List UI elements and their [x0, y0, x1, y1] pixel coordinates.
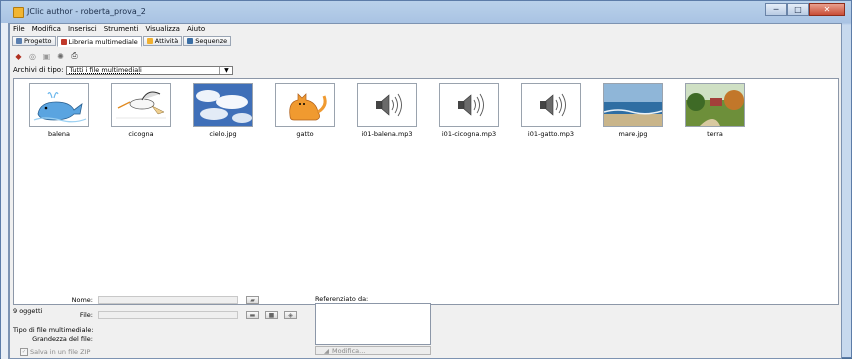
- tab-attivita[interactable]: Attività: [142, 36, 183, 46]
- file-update-button[interactable]: ◈: [284, 311, 297, 319]
- filter-label: Archivi di tipo:: [13, 66, 64, 74]
- media-library-icon: [60, 38, 67, 45]
- preview-media-icon[interactable]: ◎: [28, 52, 37, 61]
- sequence-icon: [187, 38, 194, 44]
- tab-label: Libreria multimediale: [68, 37, 138, 46]
- menu-aiuto[interactable]: Aiuto: [187, 25, 205, 33]
- media-item[interactable]: cielo.jpg: [186, 83, 260, 138]
- tab-label: Progetto: [24, 37, 52, 45]
- media-caption: i01-cicogna.mp3: [441, 130, 497, 138]
- close-button[interactable]: ✕: [809, 3, 845, 16]
- media-type-label: Tipo di file multimediale:: [13, 326, 94, 334]
- file-field[interactable]: [98, 311, 238, 319]
- file-browse-button[interactable]: ▬: [246, 311, 259, 319]
- project-icon: [16, 38, 22, 44]
- whale-thumbnail: [29, 83, 89, 127]
- media-item[interactable]: terra: [678, 83, 752, 138]
- file-type-value: Tutti i file multimediali: [69, 66, 142, 74]
- media-caption: balena: [47, 130, 71, 138]
- media-item[interactable]: gatto: [268, 83, 342, 138]
- media-caption: i01-gatto.mp3: [527, 130, 575, 138]
- media-caption: gatto: [296, 130, 314, 138]
- file-save-button[interactable]: ■: [265, 311, 278, 319]
- save-zip-label: Salva in un file ZIP: [30, 348, 91, 356]
- menu-modifica[interactable]: Modifica: [32, 25, 61, 33]
- media-item[interactable]: cicogna: [104, 83, 178, 138]
- add-media-icon[interactable]: ◆: [14, 52, 23, 61]
- referenced-by-list[interactable]: [315, 303, 431, 345]
- tab-strip: Progetto Libreria multimediale Attività …: [12, 36, 232, 47]
- filter-row: Archivi di tipo: Tutti i file multimedia…: [13, 65, 234, 75]
- tab-label: Sequenze: [195, 37, 228, 45]
- media-caption: terra: [707, 130, 723, 138]
- media-gallery: balena cicogna cielo.jpg gatto i01-balen…: [13, 78, 839, 305]
- landscape-thumbnail: [685, 83, 745, 127]
- name-field[interactable]: [98, 296, 238, 304]
- rename-button[interactable]: ▰: [246, 296, 259, 304]
- menu-strumenti[interactable]: Strumenti: [104, 25, 139, 33]
- export-media-icon[interactable]: ⎙: [70, 51, 79, 61]
- modify-label: Modifica...: [332, 346, 366, 355]
- media-caption: cielo.jpg: [209, 130, 237, 138]
- speaker-icon: [357, 83, 417, 127]
- media-item[interactable]: i01-balena.mp3: [350, 83, 424, 138]
- tab-label: Attività: [154, 37, 179, 45]
- stork-thumbnail: [111, 83, 171, 127]
- media-caption: i01-balena.mp3: [361, 130, 413, 138]
- media-caption: mare.jpg: [618, 130, 648, 138]
- speaker-icon: [439, 83, 499, 127]
- media-toolbar: ◆ ◎ ▣ ✺ ⎙: [14, 51, 79, 61]
- speaker-icon: [521, 83, 581, 127]
- menu-visualizza[interactable]: Visualizza: [145, 25, 179, 33]
- activity-icon: [146, 38, 153, 44]
- checkbox-icon: ✓: [20, 348, 28, 356]
- app-window: JClic author - roberta_prova_2 ─ □ ✕ Fil…: [0, 0, 852, 359]
- main-panel: File Modifica Inserisci Strumenti Visual…: [9, 23, 842, 359]
- modify-button[interactable]: ◢ Modifica...: [315, 346, 431, 355]
- file-label: File:: [79, 311, 93, 319]
- sky-thumbnail: [193, 83, 253, 127]
- maximize-button[interactable]: □: [787, 3, 809, 16]
- file-type-select[interactable]: Tutti i file multimediali ▼: [66, 65, 234, 75]
- media-caption: cicogna: [128, 130, 154, 138]
- tab-sequenze[interactable]: Sequenze: [183, 36, 232, 46]
- window-title: JClic author - roberta_prova_2: [27, 7, 146, 16]
- chevron-down-icon: ▼: [219, 66, 232, 74]
- name-label: Nome:: [71, 296, 93, 304]
- delete-media-icon[interactable]: ▣: [42, 52, 51, 61]
- referenced-by-label: Referenziato da:: [315, 295, 369, 303]
- tab-progetto[interactable]: Progetto: [12, 36, 56, 46]
- save-zip-checkbox[interactable]: ✓ Salva in un file ZIP: [20, 348, 90, 356]
- menu-file[interactable]: File: [13, 25, 25, 33]
- media-item[interactable]: i01-cicogna.mp3: [432, 83, 506, 138]
- sea-thumbnail: [603, 83, 663, 127]
- tab-libreria-multimediale[interactable]: Libreria multimediale: [56, 36, 142, 47]
- title-bar: JClic author - roberta_prova_2 ─ □ ✕: [1, 1, 851, 23]
- media-item[interactable]: mare.jpg: [596, 83, 670, 138]
- test-media-icon[interactable]: ✺: [56, 52, 65, 61]
- jclic-app-icon: [13, 7, 24, 18]
- media-item[interactable]: i01-gatto.mp3: [514, 83, 588, 138]
- cat-thumbnail: [275, 83, 335, 127]
- minimize-button[interactable]: ─: [765, 3, 787, 16]
- menu-inserisci[interactable]: Inserisci: [68, 25, 97, 33]
- left-edge-panel: [1, 23, 9, 359]
- media-item[interactable]: balena: [22, 83, 96, 138]
- file-size-label: Grandezza del file:: [32, 335, 93, 343]
- menu-bar: File Modifica Inserisci Strumenti Visual…: [10, 24, 841, 34]
- edit-icon: ◢: [324, 346, 329, 355]
